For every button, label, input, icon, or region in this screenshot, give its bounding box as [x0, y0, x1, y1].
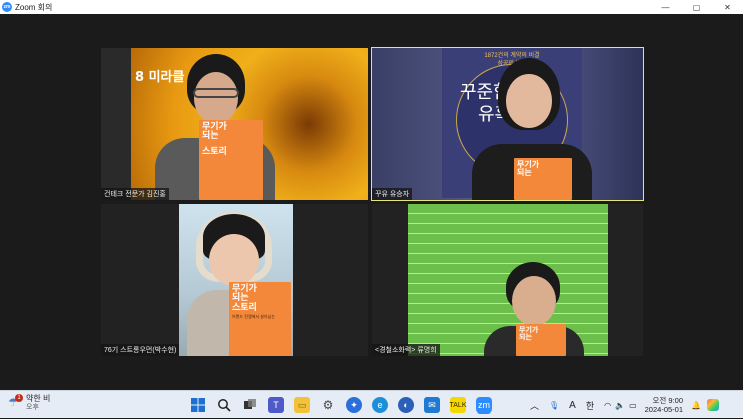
microphone-icon[interactable]: 🎙 — [549, 401, 559, 410]
kakaotalk-icon[interactable]: TALK — [450, 397, 467, 413]
app-icon-blue[interactable]: ✦ — [346, 397, 362, 413]
video-tile-participant-3[interactable]: 무기가 되는 스토리 브랜드 전쟁에서 살아남는 76기 스트롱우먼(박수현) — [101, 204, 368, 356]
browser-icon[interactable]: ◐ — [398, 397, 414, 413]
participant-face — [506, 74, 552, 128]
window-titlebar: zm Zoom 회의 — ▢ ✕ — [0, 0, 743, 14]
system-tray: ︿ 🎙 A 한 ◠ 🔈 ▭ 오전 9:00 2024-05-01 🔔 — [530, 391, 719, 419]
minimize-button[interactable]: — — [650, 0, 681, 14]
rain-icon: ☂ 1 — [8, 393, 23, 410]
window-title: Zoom 회의 — [15, 2, 53, 12]
copilot-icon[interactable] — [706, 399, 719, 411]
file-explorer-icon[interactable]: ▭ — [294, 397, 310, 413]
weather-widget[interactable]: ☂ 1 약한 비 오후 — [8, 393, 51, 412]
close-button[interactable]: ✕ — [712, 0, 743, 14]
glasses — [193, 88, 239, 98]
book-cover: 무기가 되는 — [514, 158, 572, 200]
video-tile-participant-2[interactable]: 1872건의 계약의 비결 성공의 법칙 꾸준함 유혹 무기가 되는 꾸유 유승… — [371, 47, 644, 201]
weather-label: 약한 비 — [26, 394, 51, 403]
zoom-taskbar-icon[interactable]: zm — [476, 397, 492, 413]
background-text: 8 미라클 — [135, 70, 185, 85]
task-view-icon[interactable] — [242, 397, 258, 413]
teams-icon[interactable]: T — [268, 397, 284, 413]
video-tile-participant-1[interactable]: 8 미라클 무기가 되는 스토리 건테크 전문가 김진홍 — [101, 48, 368, 200]
weather-badge: 1 — [15, 393, 23, 402]
wifi-icon[interactable]: ◠ — [604, 401, 611, 410]
book-cover: 무기가 되는 스토리 브랜드 전쟁에서 살아남는 — [229, 282, 291, 356]
settings-icon[interactable]: ⚙ — [320, 397, 336, 413]
mail-icon[interactable]: ✉ — [424, 397, 440, 413]
taskbar: ☂ 1 약한 비 오후 T ▭ ⚙ ✦ e ◐ ✉ TALK zm ︿ 🎙 A … — [0, 390, 743, 418]
participant-face — [512, 276, 556, 326]
volume-icon[interactable]: 🔈 — [615, 401, 625, 410]
meeting-gallery: 8 미라클 무기가 되는 스토리 건테크 전문가 김진홍 1872건의 계약의 … — [0, 14, 743, 390]
ime-mode-indicator[interactable]: A — [569, 400, 576, 411]
weather-sub: 오후 — [26, 403, 39, 411]
ime-language-indicator[interactable]: 한 — [586, 399, 594, 412]
participant-name-label: <경철소화력> 류명희 — [372, 344, 440, 356]
notification-bell-icon[interactable]: 🔔 — [691, 401, 701, 410]
book-cover: 무기가 되는 스토리 — [199, 120, 263, 200]
edge-browser-icon[interactable]: e — [372, 397, 388, 413]
participant-name-label: 건테크 전문가 김진홍 — [101, 188, 169, 200]
participant-name-label: 76기 스트롱우먼(박수현) — [101, 344, 180, 356]
video-tile-participant-4[interactable]: 무기가 되는 <경철소화력> 류명희 — [372, 204, 643, 356]
zoom-logo-icon: zm — [2, 2, 12, 12]
maximize-button[interactable]: ▢ — [681, 0, 712, 14]
participant-name-label: 꾸유 유승자 — [372, 188, 413, 200]
participant-face — [209, 234, 259, 286]
participant-face — [194, 72, 238, 124]
clock-date: 2024-05-01 — [644, 405, 684, 414]
start-button[interactable] — [190, 397, 206, 413]
book-cover: 무기가 되는 — [516, 324, 566, 356]
search-icon[interactable] — [216, 397, 232, 413]
clock-time: 오전 9:00 — [652, 395, 684, 405]
clock[interactable]: 오전 9:00 2024-05-01 — [645, 396, 683, 415]
battery-icon[interactable]: ▭ — [629, 401, 637, 410]
chevron-up-icon[interactable]: ︿ — [530, 399, 539, 412]
